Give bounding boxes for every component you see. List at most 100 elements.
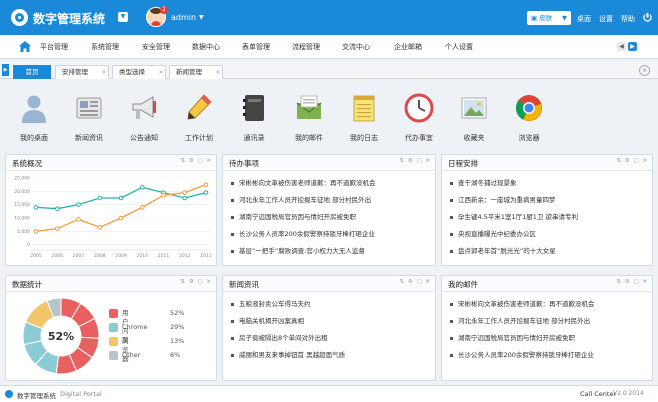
x-tick-label: 2006 xyxy=(52,253,64,259)
data-point xyxy=(54,206,60,211)
shortcut-label: 工作计划 xyxy=(185,134,213,142)
line-chart: 25,000 20,000 15,000 10,000 5,000 02005 2006 20… xyxy=(14,176,212,260)
close-all-tabs-icon[interactable]: × xyxy=(639,65,650,76)
list-item[interactable]: 房子竟被隔出8个单间对外出租 xyxy=(231,330,429,347)
nav-item-data[interactable]: 数据中心 xyxy=(192,42,220,52)
nav-item-personal[interactable]: 个人设置 xyxy=(445,42,473,52)
list-item[interactable]: 查干湖冬捕过现景象 xyxy=(450,175,646,192)
panel-controls-icon[interactable]: ⇅ ⚙ ▢ ✕ xyxy=(180,158,212,164)
panel-controls-icon[interactable]: ⇅ ⚙ ▢ ✕ xyxy=(399,158,431,164)
legend-swatch xyxy=(109,309,118,318)
panel-title: 日程安排 xyxy=(448,159,478,168)
x-tick-label: 2005 xyxy=(30,253,42,259)
list-item[interactable]: 宋彬彬向文革被伤害老师道歉：再不道歉没机会 xyxy=(450,296,646,313)
panel-controls-icon[interactable]: ⇅ ⚙ ▢ ✕ xyxy=(180,279,212,285)
chevron-right-icon[interactable]: ▶ xyxy=(628,42,637,51)
list-item[interactable]: 五粮液封卖公车得马夫约 xyxy=(231,296,429,313)
list-item[interactable]: 央视直播曝光中纪委办公区 xyxy=(450,226,646,243)
chevron-left-icon[interactable]: ◀ xyxy=(617,42,626,51)
footer-call-center[interactable]: Call Center xyxy=(580,390,616,398)
list-item[interactable]: 江西新余：一座城为重病男童四梦 xyxy=(450,192,646,209)
list-item[interactable]: 孕生键4.5平米1室1厅1厨1卫 欲串请专利 xyxy=(450,209,646,226)
x-tick-label: 2007 xyxy=(73,253,85,259)
tab-home[interactable]: 首页 xyxy=(13,65,51,79)
data-point xyxy=(139,205,145,210)
list-item[interactable]: 盘点郭老年首“脱光光”的十大女星 xyxy=(450,243,646,260)
data-point xyxy=(33,205,39,210)
tab-news[interactable]: 新闻管理 × xyxy=(169,65,223,79)
x-tick-label: 2012 xyxy=(179,253,191,259)
schedule-list: 查干湖冬捕过现景象 江西新余：一座城为重病男童四梦 孕生键4.5平米1室1厅1厨… xyxy=(450,175,646,260)
chevron-down-icon: ▼ xyxy=(562,14,567,22)
panel-header: 新闻资讯 ⇅ ⚙ ▢ ✕ xyxy=(223,276,435,292)
user-caret-icon[interactable]: ▼ xyxy=(199,14,204,21)
panel-header: 日程安排 ⇅ ⚙ ▢ ✕ xyxy=(442,155,652,171)
settings-link[interactable]: 设置 xyxy=(599,14,613,24)
shortcut-desktop[interactable]: 我的桌面 xyxy=(6,93,62,149)
close-icon[interactable]: × xyxy=(156,66,166,79)
tab-label: 新闻管理 xyxy=(176,68,202,76)
username[interactable]: admin xyxy=(171,13,196,22)
skin-select[interactable]: ▣ 皮肤 ▼ xyxy=(527,11,571,25)
nav-item-exchange[interactable]: 交流中心 xyxy=(342,42,370,52)
data-point xyxy=(182,190,188,195)
tab-schedule[interactable]: 安排管理 × xyxy=(55,65,109,79)
list-item[interactable]: 威丽和男友来事掉钮首 黑越超面气质 xyxy=(231,347,429,364)
picture-icon xyxy=(461,97,487,119)
legend-name: Chrome xyxy=(122,323,148,331)
shortcut-contacts[interactable]: 通讯录 xyxy=(226,93,282,149)
list-item[interactable]: 河北永年工作人员开挖掘车征地 部分村民外出 xyxy=(231,192,429,209)
list-item[interactable]: 河北永年工作人员开挖掘车征地 部分村民外出 xyxy=(450,313,646,330)
list-item[interactable]: 宋彬彬向文革被伤害老师道歉：再不道歉没机会 xyxy=(231,175,429,192)
shortcut-news[interactable]: 新闻资讯 xyxy=(61,93,117,149)
data-point xyxy=(54,226,60,231)
x-tick-label: 2008 xyxy=(94,253,106,259)
list-item[interactable]: 长沙公务人员率200余假警察持锁牙棒打砸企业 xyxy=(450,347,646,364)
shortcut-plan[interactable]: 工作计划 xyxy=(171,93,227,149)
panel-title: 待办事项 xyxy=(229,159,259,168)
data-point xyxy=(182,195,188,201)
list-item[interactable]: 湖南宁远国税局官员因与情妇开房被免职 xyxy=(450,330,646,347)
shortcut-browser[interactable]: 浏览器 xyxy=(501,93,557,149)
close-icon[interactable]: × xyxy=(213,66,223,79)
tab-toggle-icon[interactable]: ▶ xyxy=(2,64,9,76)
panel-controls-icon[interactable]: ⇅ ⚙ ▢ ✕ xyxy=(616,279,648,285)
nav-item-system[interactable]: 系统管理 xyxy=(91,42,119,52)
nav-item-workflow[interactable]: 流程管理 xyxy=(292,42,320,52)
panel-title: 我的邮件 xyxy=(448,280,478,289)
notepad-icon xyxy=(353,95,375,122)
shortcut-mail[interactable]: 我的邮件 xyxy=(281,93,337,149)
panel-controls-icon[interactable]: ⇅ ⚙ ▢ ✕ xyxy=(616,158,648,164)
shortcut-grid: 我的桌面 新闻资讯 公告通知 工作计划 通讯录 我的邮件 我的日志 代办事宜 收… xyxy=(0,80,658,150)
shortcut-favorites[interactable]: 收藏夹 xyxy=(446,93,502,149)
logo-icon xyxy=(11,9,28,26)
shortcut-label: 我的日志 xyxy=(350,134,378,142)
tab-type[interactable]: 类型选择 × xyxy=(112,65,166,79)
shortcut-notice[interactable]: 公告通知 xyxy=(116,93,172,149)
nav-item-security[interactable]: 安全管理 xyxy=(142,42,170,52)
list-item[interactable]: 湖南宁远国税局官员因与情妇开房被免职 xyxy=(231,209,429,226)
home-icon[interactable] xyxy=(19,41,31,52)
shortcut-todo[interactable]: 代办事宜 xyxy=(391,93,447,149)
nav-item-mail[interactable]: 企业邮箱 xyxy=(394,42,422,52)
help-link[interactable]: 帮助 xyxy=(621,14,635,24)
list-item[interactable]: 基层“一把手”腐败调查:官小权力大无人监督 xyxy=(231,243,429,260)
logout-icon[interactable] xyxy=(643,13,652,22)
list-item[interactable]: 长沙公务人员率200余假警察持锁牙棒打砸企业 xyxy=(231,226,429,243)
x-tick-label: 2011 xyxy=(158,253,170,259)
address-book-icon xyxy=(243,95,264,121)
list-item[interactable]: 电脑关机揭开凶案真相 xyxy=(231,313,429,330)
nav-item-platform[interactable]: 平台管理 xyxy=(40,42,68,52)
chevron-down-icon[interactable]: ▼ xyxy=(118,12,128,22)
skin-label: 皮肤 xyxy=(539,14,553,22)
donut-center-label: 52% xyxy=(48,330,74,343)
close-icon[interactable]: × xyxy=(99,66,109,79)
nav-item-forms[interactable]: 表单管理 xyxy=(242,42,270,52)
y-tick-label: 25,000 xyxy=(14,176,30,182)
footer-version: V2.0 2014 xyxy=(613,390,644,397)
shortcut-diary[interactable]: 我的日志 xyxy=(336,93,392,149)
panel-controls-icon[interactable]: ⇅ ⚙ ▢ ✕ xyxy=(399,279,431,285)
data-point xyxy=(33,229,39,234)
desktop-link[interactable]: 桌面 xyxy=(577,14,591,24)
shortcut-label: 我的邮件 xyxy=(295,134,323,142)
